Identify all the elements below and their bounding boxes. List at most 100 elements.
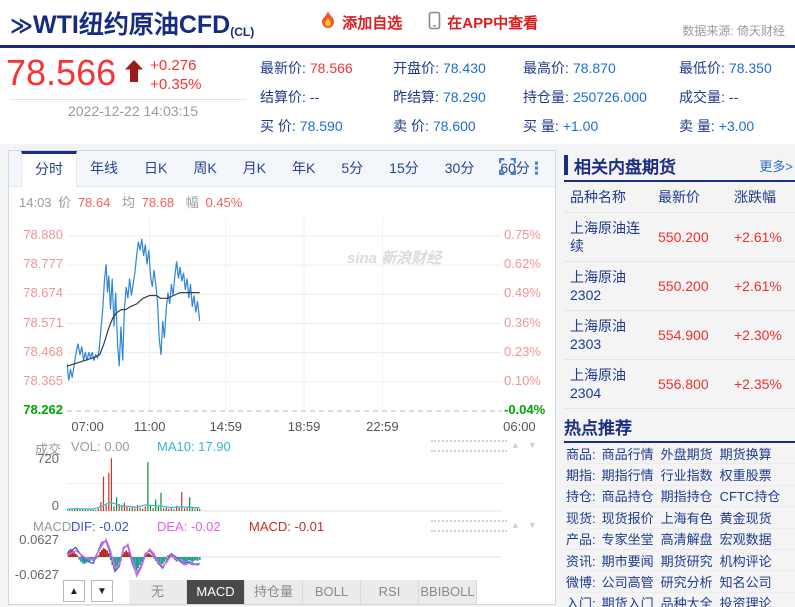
chart-tab-月K[interactable]: 月K bbox=[230, 151, 279, 186]
futures-table-header: 品种名称 最新价 涨跌幅 bbox=[564, 182, 795, 213]
hot-link[interactable]: 期货研究 bbox=[661, 551, 713, 570]
indicator-tab-MACD[interactable]: MACD bbox=[187, 580, 245, 604]
time-axis-label: 14:59 bbox=[209, 419, 243, 434]
data-source: 数据来源: 倚天财经 bbox=[682, 24, 785, 38]
hot-link[interactable]: 外盘期货 bbox=[661, 444, 713, 463]
percent-axis-label: 0.23% bbox=[504, 343, 541, 359]
price-change-pct: +0.35% bbox=[150, 76, 202, 93]
futures-row[interactable]: 上海原油连续 550.200 +2.61% bbox=[564, 213, 795, 262]
macd-dif-value: DIF: -0.02 bbox=[71, 519, 129, 534]
pane-expand-icon[interactable]: ▲ bbox=[511, 440, 520, 450]
quote-timestamp: 2022-12-22 14:03:15 bbox=[68, 103, 198, 119]
volume-ma10: MA10: 17.90 bbox=[157, 439, 231, 454]
pane-resize-handle[interactable] bbox=[431, 440, 507, 452]
quote-field-label: 开盘价: bbox=[393, 60, 439, 76]
hot-link[interactable]: 研究分析 bbox=[661, 572, 713, 591]
pane-resize-handle[interactable] bbox=[431, 520, 507, 532]
quote-field: 买 量: +1.00 bbox=[523, 116, 679, 136]
hot-link-category: 产品: bbox=[566, 532, 596, 548]
hot-link[interactable]: 期货换算 bbox=[720, 444, 772, 463]
quote-field-value: 78.590 bbox=[299, 118, 343, 134]
time-axis: 07:00 11:00 14:59 18:59 22:59 06:00 bbox=[67, 419, 535, 435]
hot-link[interactable]: 期市要闻 bbox=[602, 551, 654, 570]
quote-field: 成交量: -- bbox=[679, 87, 783, 107]
add-watchlist-button[interactable]: 添加自选 bbox=[320, 11, 402, 34]
pane-expand-icon[interactable]: ▲ bbox=[511, 520, 520, 530]
hot-link[interactable]: 公司高管 bbox=[602, 572, 654, 591]
scroll-down-button[interactable]: ▼ bbox=[91, 580, 113, 602]
hot-link-row: 产品: 专家坐堂 高清解盘 宏观数据 bbox=[564, 529, 795, 550]
header-accent-bar bbox=[564, 155, 568, 175]
price-axis-label: 78.262 bbox=[23, 402, 63, 417]
chart-tab-bar: 分时 年线 日K 周K 月K 年K 5分 15分 30分 60分 bbox=[9, 151, 555, 187]
futures-change: +2.35% bbox=[734, 376, 782, 392]
hot-link[interactable]: 商品行情 bbox=[602, 444, 654, 463]
chart-tools: ⋮ bbox=[498, 151, 555, 186]
time-axis-label: 11:00 bbox=[133, 419, 166, 434]
hot-link[interactable]: 机构评论 bbox=[720, 551, 772, 570]
hot-link[interactable]: 宏观数据 bbox=[720, 529, 772, 548]
quote-field-value: 250726.000 bbox=[572, 89, 647, 105]
chart-tab-分时[interactable]: 分时 bbox=[21, 151, 77, 187]
chart-tab-15分[interactable]: 15分 bbox=[376, 151, 432, 186]
futures-change: +2.61% bbox=[734, 278, 782, 294]
chart-tab-年K[interactable]: 年K bbox=[279, 151, 328, 186]
indicator-tab-BOLL[interactable]: BOLL bbox=[303, 580, 361, 604]
fullscreen-icon[interactable] bbox=[498, 157, 517, 180]
quote-field-label: 买 量: bbox=[523, 118, 559, 134]
hot-link[interactable]: 黄金现货 bbox=[720, 508, 772, 527]
hot-link[interactable]: 商品持仓 bbox=[602, 486, 654, 505]
info-price: 78.64 bbox=[77, 195, 111, 210]
hot-link-category: 商品: bbox=[566, 446, 596, 462]
more-link[interactable]: 更多> bbox=[759, 156, 795, 175]
price-axis-label: 78.571 bbox=[23, 314, 63, 330]
macd-chart[interactable] bbox=[67, 536, 502, 578]
indicator-tab-持仓量[interactable]: 持仓量 bbox=[245, 580, 303, 604]
hot-link[interactable]: 专家坐堂 bbox=[602, 529, 654, 548]
indicator-tab-无[interactable]: 无 bbox=[129, 580, 187, 604]
price-chart-plot[interactable] bbox=[67, 209, 502, 419]
hot-link[interactable]: 期货入门 bbox=[602, 593, 654, 607]
percent-axis-label: 0.10% bbox=[504, 372, 541, 388]
hot-title: 热点推荐 bbox=[564, 418, 632, 438]
more-options-icon[interactable]: ⋮ bbox=[528, 160, 545, 177]
hot-link[interactable]: 权重股票 bbox=[720, 465, 772, 484]
hot-link[interactable]: 现货报价 bbox=[602, 508, 654, 527]
scroll-up-button[interactable]: ▲ bbox=[63, 580, 85, 602]
hot-link[interactable]: 投资理论 bbox=[720, 593, 772, 607]
futures-row[interactable]: 上海原油2304 556.800 +2.35% bbox=[564, 360, 795, 409]
info-avg: 78.68 bbox=[141, 195, 175, 210]
chart-tab-5分[interactable]: 5分 bbox=[328, 151, 376, 186]
main-price-chart[interactable]: sina 新浪财经 78.880 78.777 78.674 78.571 78.468… bbox=[9, 209, 555, 419]
chart-tab-年线[interactable]: 年线 bbox=[77, 151, 131, 186]
view-in-app-button[interactable]: 在APP中查看 bbox=[428, 11, 538, 34]
hot-link[interactable]: 品种大全 bbox=[661, 593, 713, 607]
indicator-tab-BBIBOLL[interactable]: BBIBOLL bbox=[419, 580, 477, 604]
futures-name: 上海原油2302 bbox=[570, 269, 626, 303]
pane-collapse-icon[interactable]: ▼ bbox=[528, 440, 537, 450]
percent-axis-label: -0.04% bbox=[504, 402, 546, 417]
hot-link[interactable]: 期指行情 bbox=[602, 465, 654, 484]
quote-field-value: 78.430 bbox=[442, 60, 486, 76]
hot-link[interactable]: 期指持仓 bbox=[661, 486, 713, 505]
chart-tab-日K[interactable]: 日K bbox=[131, 151, 180, 186]
hot-link[interactable]: 知名公司 bbox=[720, 572, 772, 591]
hot-link[interactable]: CFTC持仓 bbox=[720, 486, 781, 505]
hot-link[interactable]: 上海有色 bbox=[661, 508, 713, 527]
chart-tab-周K[interactable]: 周K bbox=[180, 151, 229, 186]
chart-tab-30分[interactable]: 30分 bbox=[432, 151, 488, 186]
hot-link[interactable]: 高清解盘 bbox=[661, 529, 713, 548]
view-in-app-label: 在APP中查看 bbox=[447, 15, 539, 32]
hot-link-category: 期指: bbox=[566, 468, 596, 484]
related-futures-title: 相关内盘期货 bbox=[574, 157, 676, 177]
hot-link[interactable]: 行业指数 bbox=[661, 465, 713, 484]
futures-col-header: 涨跌幅 bbox=[734, 189, 776, 205]
futures-row[interactable]: 上海原油2302 550.200 +2.61% bbox=[564, 262, 795, 311]
quote-field: 昨结算: 78.290 bbox=[393, 87, 523, 107]
futures-row[interactable]: 上海原油2303 554.900 +2.30% bbox=[564, 311, 795, 360]
indicator-tab-RSI[interactable]: RSI bbox=[361, 580, 419, 604]
price-change: +0.276 bbox=[150, 57, 197, 74]
pane-collapse-icon[interactable]: ▼ bbox=[528, 520, 537, 530]
futures-price: 550.200 bbox=[658, 229, 709, 245]
volume-chart[interactable] bbox=[67, 454, 502, 512]
